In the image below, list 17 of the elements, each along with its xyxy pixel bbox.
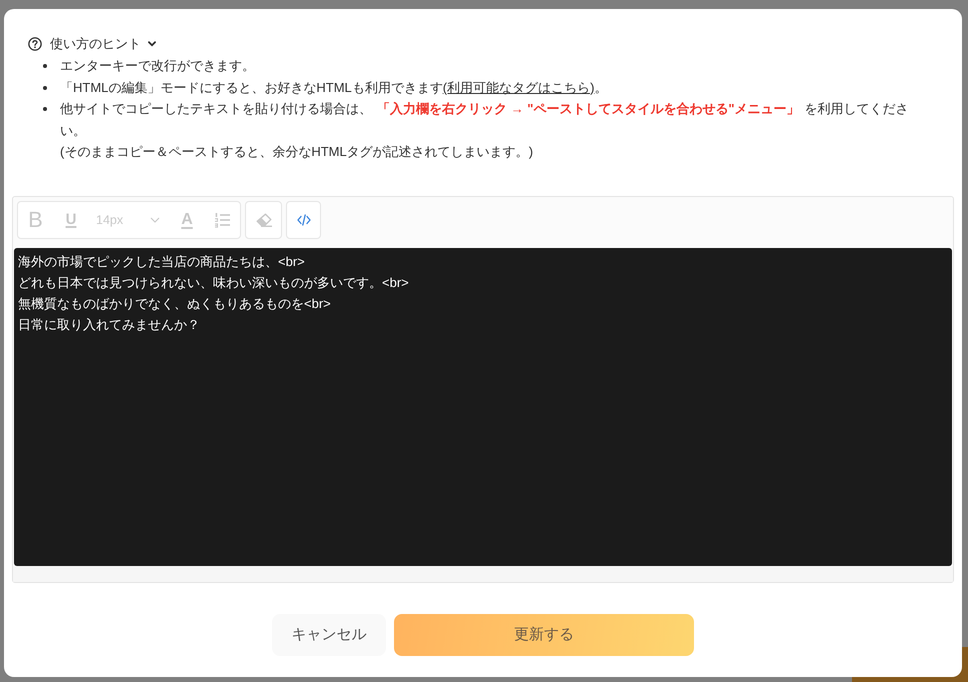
hint-text: 「HTMLの編集」モードにすると、お好きなHTMLも利用できます(利用可能なタグはこちら)。 — [60, 78, 608, 97]
hint-text: 他サイトでコピーしたテキストを貼り付ける場合は、 「入力欄を右クリック → "ペーストしてスタイルを合わせる"メニュー」 を利用してください。 — [60, 100, 910, 140]
help-icon — [28, 37, 42, 51]
update-button[interactable]: 更新する — [394, 614, 694, 656]
numbered-list-icon — [214, 212, 230, 228]
cancel-button[interactable]: キャンセル — [272, 614, 386, 656]
bullet-icon — [43, 107, 47, 111]
chevron-down-icon — [150, 216, 160, 222]
hint-note: (そのままコピー＆ペーストすると、余分なHTMLタグが記述されてしまいます。) — [60, 143, 534, 161]
code-icon — [296, 214, 310, 226]
hint-text: エンターキーで改行ができます。 — [60, 57, 256, 75]
tags-link[interactable]: (利用可能なタグはこちら) — [442, 80, 594, 94]
bullet-icon — [43, 86, 47, 90]
bullet-icon — [43, 64, 47, 68]
html-source-field[interactable]: 海外の市場でピックした当店の商品たちは、<br> どれも日本では見つけられない、味わい深いものが多いです。<br> 無機質なものばかりでなく、ぬくもりあるものを<br> 日常に取り入れてみませんか？ — [14, 248, 952, 566]
hint-toggle[interactable]: 使い方のヒント — [28, 33, 156, 55]
eraser-icon — [256, 212, 272, 226]
